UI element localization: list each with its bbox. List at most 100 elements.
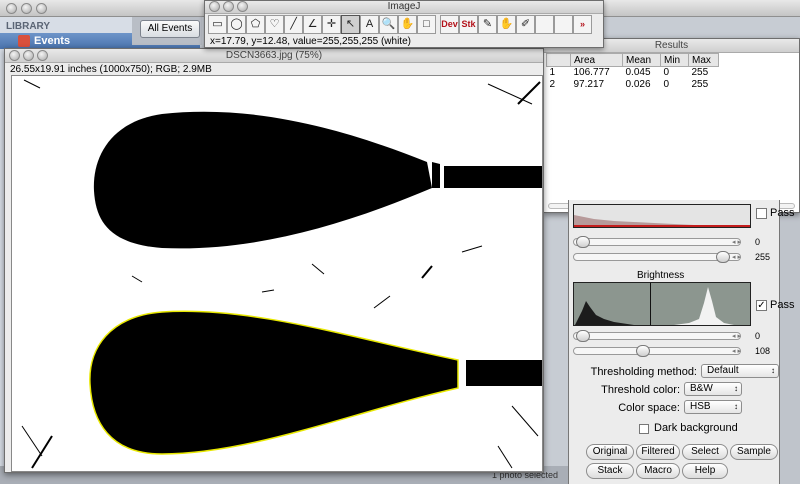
blank-tool-2[interactable] <box>554 15 573 34</box>
image-canvas[interactable] <box>11 75 543 472</box>
cursor-status: x=17.79, y=12.48, value=255,255,255 (whi… <box>210 36 411 47</box>
close-window-icon[interactable] <box>6 3 17 14</box>
blank-tool[interactable] <box>535 15 554 34</box>
angle-tool-icon[interactable]: ∠ <box>303 15 322 34</box>
dark-background-checkbox[interactable] <box>639 424 649 434</box>
image-window-title: DSCN3663.jpg (75%) <box>225 50 323 61</box>
line-tool-icon[interactable]: ╱ <box>284 15 303 34</box>
minimize-window-icon[interactable] <box>223 1 234 12</box>
table-cell: 1 <box>549 67 556 79</box>
zoom-window-icon[interactable] <box>37 50 48 61</box>
slider-arrows-icon[interactable]: ◂ ▸ <box>732 253 741 261</box>
stk-menu-icon[interactable]: Stk <box>459 15 478 34</box>
results-table: Area Mean Min Max 1 106.777 0.045 0 255 … <box>546 53 719 91</box>
image-window: DSCN3663.jpg (75%) 26.55x19.91 inches (1… <box>4 48 544 473</box>
imagej-titlebar[interactable]: ImageJ <box>205 1 603 14</box>
point-tool-icon[interactable]: ✛ <box>322 15 341 34</box>
brightness-min-slider[interactable] <box>573 330 741 342</box>
column-header[interactable]: Max <box>688 53 719 67</box>
top-min-value: 0 <box>755 237 761 247</box>
table-cell: 2 <box>549 79 556 90</box>
close-window-icon[interactable] <box>9 50 20 61</box>
sidebar-item-label: Events <box>34 35 71 47</box>
polygon-tool-icon[interactable]: ⬠ <box>246 15 265 34</box>
help-button[interactable]: Help <box>682 463 728 479</box>
select-button[interactable]: Select <box>682 444 728 460</box>
sample-button[interactable]: Sample <box>730 444 778 460</box>
pencil-tool-icon[interactable]: ✐ <box>516 15 535 34</box>
thresholding-method-label: Thresholding method: <box>590 366 697 378</box>
table-cell: 0.045 <box>625 67 651 79</box>
wand-tool-icon[interactable]: ↖ <box>341 15 360 34</box>
dark-background-label: Dark background <box>654 422 738 434</box>
top-histogram <box>573 204 751 228</box>
minimize-window-icon[interactable] <box>21 3 32 14</box>
slider-knob[interactable] <box>576 236 590 248</box>
filtered-button[interactable]: Filtered <box>636 444 680 460</box>
dev-menu-icon[interactable]: Dev <box>440 15 459 34</box>
zoom-window-icon[interactable] <box>36 3 47 14</box>
freehand-tool-icon[interactable]: ♡ <box>265 15 284 34</box>
table-cell: 97.217 <box>573 79 605 90</box>
column-header[interactable] <box>546 53 571 67</box>
tool-buttons: ▭ ◯ ⬠ ♡ ╱ ∠ ✛ ↖ A 🔍 ✋ □ Dev Stk ✎ ✋ ✐» <box>208 15 592 34</box>
image-info: 26.55x19.91 inches (1000x750); RGB; 2.9M… <box>10 64 212 75</box>
background-right-strip <box>780 213 800 484</box>
threshold-color-panel: Pass ◂ ▸ 0 ◂ ▸ 255 Brightness ✓ Pass ◂ ▸… <box>568 200 794 484</box>
results-header-row: Area Mean Min Max <box>546 53 719 67</box>
top-max-value: 255 <box>755 252 771 262</box>
top-max-slider[interactable] <box>573 251 741 263</box>
select-value: Default <box>707 365 739 376</box>
brightness-max-slider[interactable] <box>573 345 741 357</box>
column-header[interactable]: Min <box>660 53 689 67</box>
slider-arrows-icon[interactable]: ◂ ▸ <box>732 347 741 355</box>
macro-button[interactable]: Macro <box>636 463 680 479</box>
all-events-button[interactable]: All Events <box>140 20 200 38</box>
threshold-color-select[interactable]: B&W ↕ <box>684 382 742 396</box>
color-space-select[interactable]: HSB ↕ <box>684 400 742 414</box>
brightness-histogram-graphic <box>574 283 750 325</box>
imagej-title: ImageJ <box>387 1 421 12</box>
zoom-window-icon[interactable] <box>237 1 248 12</box>
magnifier-tool-icon[interactable]: 🔍 <box>379 15 398 34</box>
top-min-slider[interactable] <box>573 236 741 248</box>
select-value: HSB <box>690 401 711 412</box>
threshold-color-label: Threshold color: <box>601 384 680 396</box>
top-pass-checkbox[interactable] <box>756 208 767 219</box>
close-window-icon[interactable] <box>209 1 220 12</box>
thresholding-method-select[interactable]: Default ↕ <box>701 364 779 378</box>
minimize-window-icon[interactable] <box>23 50 34 61</box>
table-row[interactable]: 2 97.217 0.026 0 255 <box>547 79 719 91</box>
chevron-updown-icon: ↕ <box>734 384 738 393</box>
events-icon <box>18 35 30 47</box>
brightness-pass-checkbox[interactable]: ✓ <box>756 300 767 311</box>
rectangle-tool-icon[interactable]: ▭ <box>208 15 227 34</box>
slider-knob[interactable] <box>716 251 730 263</box>
brightness-min-value: 0 <box>755 331 761 341</box>
brightness-pass-label: Pass <box>770 299 795 311</box>
imagej-toolbar-window: ImageJ ▭ ◯ ⬠ ♡ ╱ ∠ ✛ ↖ A 🔍 ✋ □ Dev Stk ✎ ✋ ✐» x=17.79, y… <box>204 0 604 48</box>
chevron-updown-icon: ↕ <box>734 402 738 411</box>
library-heading: LIBRARY <box>6 21 51 32</box>
slider-arrows-icon[interactable]: ◂ ▸ <box>732 332 741 340</box>
color-picker-tool-icon[interactable]: □ <box>417 15 436 34</box>
brush-tool-icon[interactable]: ✎ <box>478 15 497 34</box>
slider-knob[interactable] <box>636 345 650 357</box>
text-tool-icon[interactable]: A <box>360 15 379 34</box>
more-tools-icon[interactable]: » <box>573 15 592 34</box>
column-header[interactable]: Mean <box>622 53 661 67</box>
table-row[interactable]: 1 106.777 0.045 0 255 <box>547 67 719 79</box>
hand-tool-icon[interactable]: ✋ <box>398 15 417 34</box>
table-cell: 0 <box>663 79 670 90</box>
table-cell: 106.777 <box>573 67 610 79</box>
original-button[interactable]: Original <box>586 444 634 460</box>
stack-button[interactable]: Stack <box>586 463 634 479</box>
slider-knob[interactable] <box>576 330 590 342</box>
flood-tool-icon[interactable]: ✋ <box>497 15 516 34</box>
table-cell: 255 <box>691 79 709 90</box>
image-window-titlebar[interactable]: DSCN3663.jpg (75%) <box>5 49 543 63</box>
column-header[interactable]: Area <box>570 53 623 67</box>
slider-arrows-icon[interactable]: ◂ ▸ <box>732 238 741 246</box>
oval-tool-icon[interactable]: ◯ <box>227 15 246 34</box>
brightness-max-value: 108 <box>755 346 771 356</box>
